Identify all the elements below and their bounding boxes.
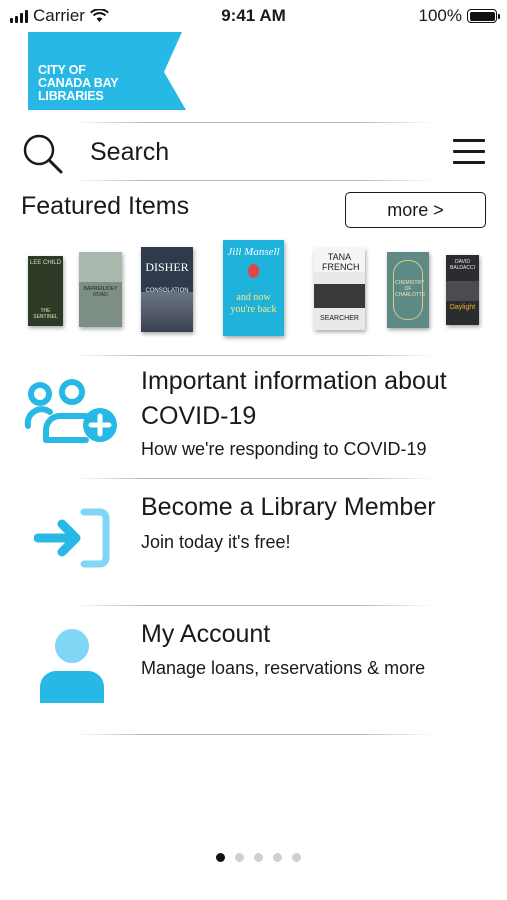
page-dot[interactable] (235, 853, 244, 862)
divider (72, 605, 434, 606)
page-dot[interactable] (216, 853, 225, 862)
search-input[interactable] (80, 134, 420, 170)
hamburger-menu-icon[interactable] (451, 134, 487, 168)
divider (72, 478, 434, 479)
item-title: Become a Library Member (141, 493, 436, 521)
item-subtitle: Join today it's free! (141, 532, 291, 552)
book-cover[interactable]: Jill Mansell and now you're back (223, 240, 284, 336)
user-icon (40, 629, 104, 703)
divider (72, 355, 434, 356)
book-cover[interactable]: CHEMISTRY OF CHARLOTTE (387, 252, 429, 328)
item-title: Important information about COVID-19 (141, 367, 447, 430)
featured-items-heading: Featured Items (21, 192, 190, 220)
status-bar: Carrier 9:41 AM 100% (0, 0, 507, 32)
search-bar (0, 124, 507, 180)
become-member-item[interactable]: Become a Library Member Join today it's … (0, 480, 507, 602)
book-cover[interactable]: BARRENJOEY ROAD (79, 252, 122, 327)
page-indicator (0, 853, 507, 862)
book-cover[interactable]: TANA FRENCH SEARCHER (314, 248, 365, 330)
book-cover[interactable]: DISHER CONSOLATION (141, 247, 193, 332)
logo-text: CITY OF CANADA BAY LIBRARIES (38, 64, 119, 103)
book-cover[interactable]: DAVID BALDACCI Daylight (446, 255, 479, 325)
page-dot[interactable] (273, 853, 282, 862)
item-title: My Account (141, 620, 271, 648)
covid-info-item[interactable]: Important information about COVID-19 How… (0, 358, 507, 476)
page-dot[interactable] (292, 853, 301, 862)
item-subtitle: How we're responding to COVID-19 (141, 439, 427, 459)
page-dot[interactable] (254, 853, 263, 862)
divider (72, 122, 434, 123)
divider (72, 734, 434, 735)
library-logo[interactable]: CITY OF CANADA BAY LIBRARIES (28, 32, 186, 110)
logo-line-3: LIBRARIES (38, 89, 104, 103)
search-icon[interactable] (22, 133, 64, 175)
my-account-item[interactable]: My Account Manage loans, reservations & … (0, 607, 507, 732)
more-button[interactable]: more > (345, 192, 486, 228)
battery-icon (467, 9, 500, 23)
divider (72, 180, 434, 181)
item-subtitle: Manage loans, reservations & more (141, 658, 426, 678)
book-cover[interactable]: LEE CHILD THE SENTINEL (28, 256, 63, 326)
users-plus-icon (24, 379, 117, 443)
sign-in-icon (34, 508, 110, 568)
battery-percent: 100% (418, 6, 462, 25)
status-right: 100% (418, 6, 500, 26)
